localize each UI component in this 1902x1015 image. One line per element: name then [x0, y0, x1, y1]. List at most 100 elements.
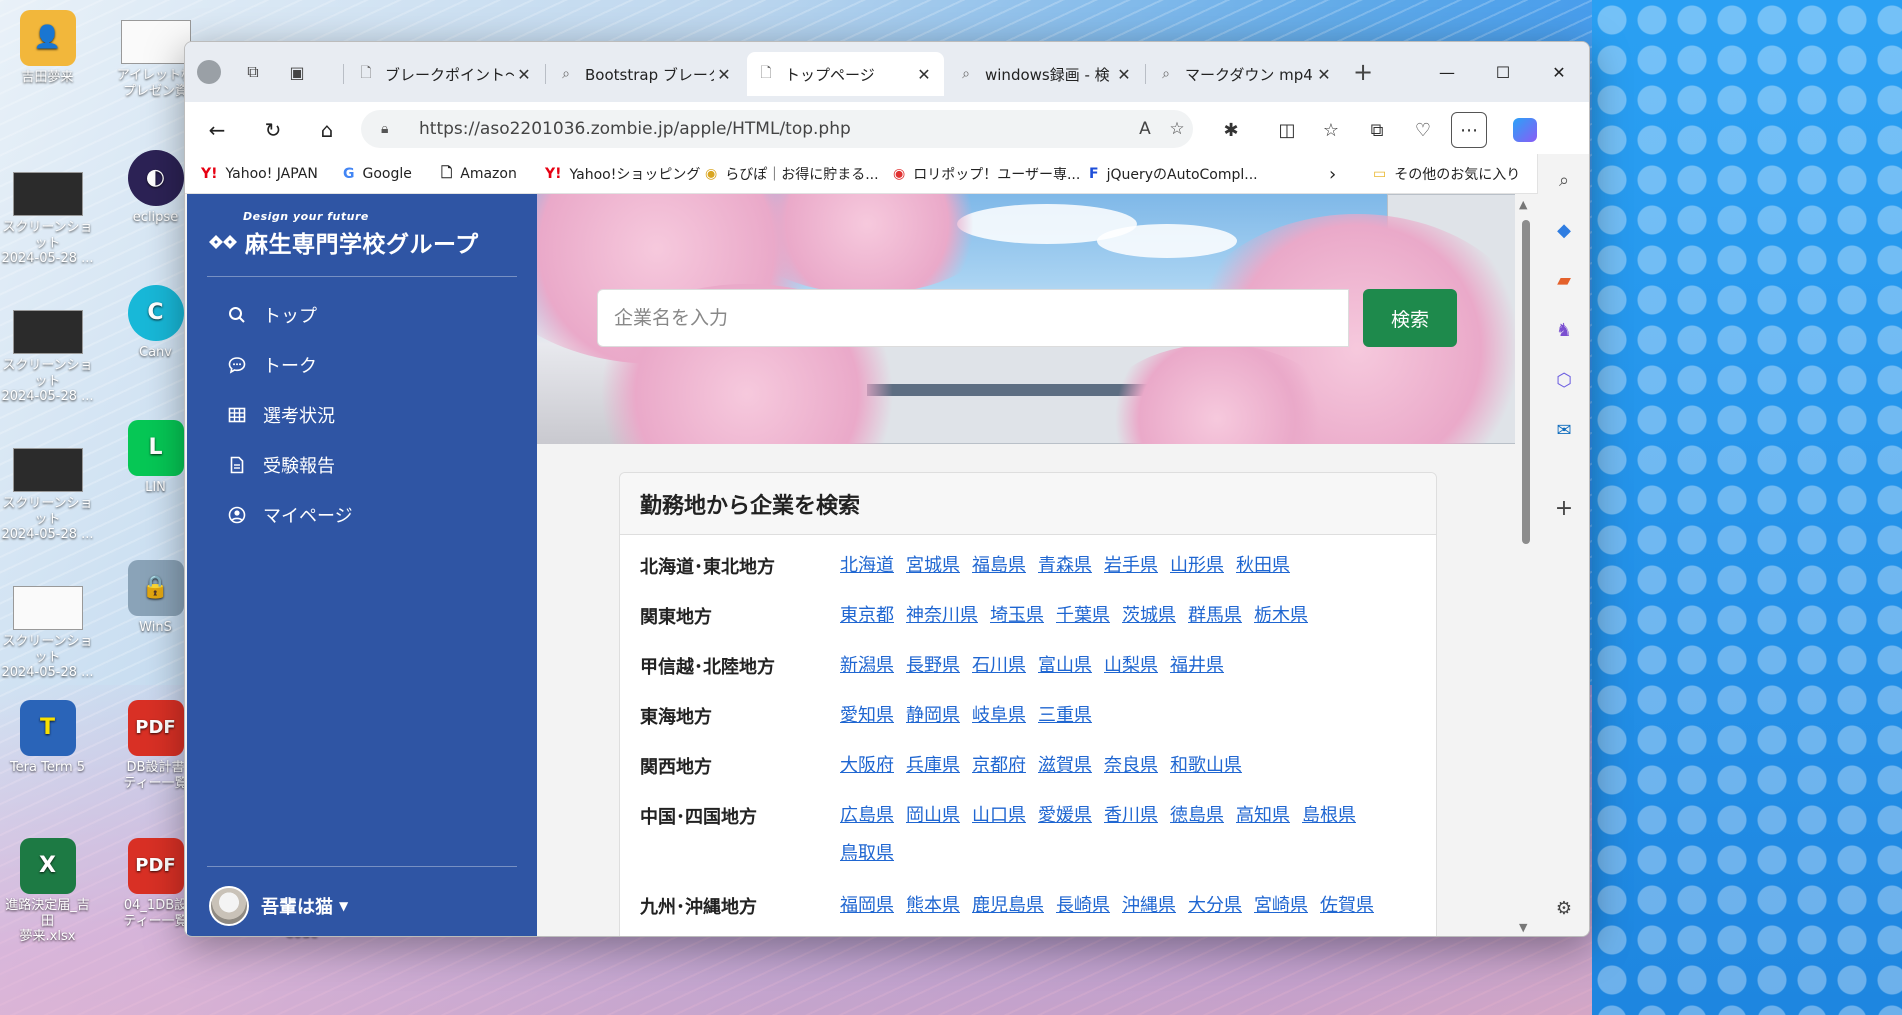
read-aloud-icon[interactable]: A — [1129, 119, 1161, 139]
favorite-yahoo-shopping[interactable]: Y! Yahoo!ショッピング — [545, 162, 700, 186]
prefecture-link[interactable]: 富山県 — [1038, 651, 1092, 679]
collections-toolbar-button[interactable]: ⧉ — [1359, 112, 1395, 148]
reload-button[interactable]: ↻ — [255, 112, 291, 148]
close-icon[interactable]: ✕ — [914, 65, 934, 84]
sidebar-settings-button[interactable]: ⚙ — [1550, 894, 1578, 922]
sidebar-tools-button[interactable]: ▰ — [1550, 266, 1578, 294]
prefecture-link[interactable]: 埼玉県 — [990, 601, 1044, 629]
favorite-amazon[interactable]: 🗋 Amazon — [441, 162, 517, 186]
favorites-button[interactable]: ☆ — [1313, 112, 1349, 148]
settings-more-button[interactable]: ⋯ — [1451, 112, 1487, 148]
prefecture-link[interactable]: 東京都 — [840, 601, 894, 629]
back-button[interactable]: ← — [199, 112, 235, 148]
desktop-icon-excel[interactable]: X 進路決定届_吉田 夢来.xlsx — [0, 838, 95, 945]
desktop-icon-screenshot-4[interactable]: スクリーンショット 2024-05-28 ... — [0, 586, 95, 681]
prefecture-link[interactable]: 静岡県 — [906, 701, 960, 729]
prefecture-link[interactable]: 山口県 — [972, 801, 1026, 827]
star-icon[interactable]: ☆ — [1161, 119, 1193, 139]
user-menu-toggle[interactable]: 吾輩は猫 ▼ — [209, 886, 348, 926]
menu-item-selection-status[interactable]: 選考状況 — [225, 400, 335, 430]
close-icon[interactable]: ✕ — [1314, 65, 1334, 84]
prefecture-link[interactable]: 鳥取県 — [840, 839, 894, 865]
prefecture-link[interactable]: 福島県 — [972, 551, 1026, 579]
prefecture-link[interactable]: 栃木県 — [1254, 601, 1308, 629]
page-scrollbar[interactable]: ▲ ▼ — [1515, 194, 1537, 936]
prefecture-link[interactable]: 大阪府 — [840, 751, 894, 779]
prefecture-link[interactable]: 岩手県 — [1104, 551, 1158, 579]
collections-button[interactable]: ⧉ — [237, 56, 269, 88]
prefecture-link[interactable]: 大分県 — [1188, 891, 1242, 919]
new-tab-button[interactable]: + — [1347, 56, 1379, 88]
favorite-yahoo-japan[interactable]: Y! Yahoo! JAPAN — [201, 162, 318, 186]
prefecture-link[interactable]: 長野県 — [906, 651, 960, 679]
tab-windows-recording[interactable]: ⌕ windows録画 - 検 ✕ — [947, 52, 1144, 96]
prefecture-link[interactable]: 広島県 — [840, 801, 894, 827]
prefecture-link[interactable]: 三重県 — [1038, 701, 1092, 729]
desktop-icon-user-folder[interactable]: 👤 吉田夢来 — [0, 10, 95, 86]
sidebar-m365-button[interactable]: ⬡ — [1550, 366, 1578, 394]
menu-item-top[interactable]: トップ — [225, 300, 317, 330]
prefecture-link[interactable]: 千葉県 — [1056, 601, 1110, 629]
menu-item-exam-report[interactable]: 受験報告 — [225, 450, 335, 480]
sidebar-search-button[interactable]: ⌕ — [1550, 166, 1578, 194]
sidebar-add-button[interactable]: + — [1550, 494, 1578, 522]
prefecture-link[interactable]: 青森県 — [1038, 551, 1092, 579]
prefecture-link[interactable]: 滋賀県 — [1038, 751, 1092, 779]
prefecture-link[interactable]: 神奈川県 — [906, 601, 978, 629]
profile-avatar-button[interactable] — [193, 56, 225, 88]
prefecture-link[interactable]: 高知県 — [1236, 801, 1290, 827]
school-logo[interactable]: Design your future 麻生専門学校グループ — [207, 210, 507, 260]
split-screen-button[interactable]: ◫ — [1269, 112, 1305, 148]
prefecture-link[interactable]: 新潟県 — [840, 651, 894, 679]
prefecture-link[interactable]: 沖縄県 — [1122, 891, 1176, 919]
prefecture-link[interactable]: 愛媛県 — [1038, 801, 1092, 827]
address-bar[interactable]: 🔒︎ https://aso2201036.zombie.jp/apple/HT… — [361, 110, 1193, 148]
prefecture-link[interactable]: 佐賀県 — [1320, 891, 1374, 919]
prefecture-link[interactable]: 宮城県 — [906, 551, 960, 579]
prefecture-link[interactable]: 香川県 — [1104, 801, 1158, 827]
home-button[interactable]: ⌂ — [309, 112, 345, 148]
scrollbar-thumb[interactable] — [1522, 220, 1530, 544]
prefecture-link[interactable]: 石川県 — [972, 651, 1026, 679]
prefecture-link[interactable]: 北海道 — [840, 551, 894, 579]
prefecture-link[interactable]: 徳島県 — [1170, 801, 1224, 827]
close-window-button[interactable]: ✕ — [1531, 52, 1587, 92]
scroll-down-icon[interactable]: ▼ — [1519, 921, 1527, 934]
menu-item-mypage[interactable]: マイページ — [225, 500, 353, 530]
close-icon[interactable]: ✕ — [514, 65, 534, 84]
tab-top-page[interactable]: 🗋 トップページ ✕ — [747, 52, 944, 96]
tab-bootstrap[interactable]: ⌕ Bootstrap ブレーク ✕ — [547, 52, 744, 96]
menu-item-talk[interactable]: トーク — [225, 350, 317, 380]
prefecture-link[interactable]: 茨城県 — [1122, 601, 1176, 629]
prefecture-link[interactable]: 兵庫県 — [906, 751, 960, 779]
prefecture-link[interactable]: 福岡県 — [840, 891, 894, 919]
close-icon[interactable]: ✕ — [1114, 65, 1134, 84]
sidebar-shopping-button[interactable]: ◆ — [1550, 216, 1578, 244]
close-icon[interactable]: ✕ — [714, 65, 734, 84]
minimize-button[interactable]: — — [1419, 52, 1475, 92]
prefecture-link[interactable]: 和歌山県 — [1170, 751, 1242, 779]
prefecture-link[interactable]: 島根県 — [1302, 801, 1356, 827]
favorite-rabipo[interactable]: ◉ らびぽ｜お得に貯まる... — [705, 162, 879, 186]
favorite-google[interactable]: G Google — [343, 162, 412, 186]
sidebar-games-button[interactable]: ♞ — [1550, 316, 1578, 344]
sidebar-outlook-button[interactable]: ✉ — [1550, 416, 1578, 444]
favorite-lolipop[interactable]: ◉ ロリポップ！ユーザー専... — [893, 162, 1080, 186]
prefecture-link[interactable]: 長崎県 — [1056, 891, 1110, 919]
tab-markdown-mp4[interactable]: ⌕ マークダウン mp4 - ✕ — [1147, 52, 1344, 96]
extensions-button[interactable]: ✱ — [1213, 112, 1249, 148]
prefecture-link[interactable]: 秋田県 — [1236, 551, 1290, 579]
other-favorites-folder[interactable]: ▭ その他のお気に入り — [1373, 162, 1520, 186]
search-button[interactable]: 検索 — [1363, 289, 1457, 347]
vertical-tabs-button[interactable]: ▣ — [281, 56, 313, 88]
prefecture-link[interactable]: 熊本県 — [906, 891, 960, 919]
favorite-jquery-autocomplete[interactable]: F jQueryのAutoCompl... — [1089, 162, 1258, 186]
prefecture-link[interactable]: 愛知県 — [840, 701, 894, 729]
copilot-button[interactable] — [1507, 112, 1543, 148]
browser-essentials-button[interactable]: ♡ — [1405, 112, 1441, 148]
prefecture-link[interactable]: 岡山県 — [906, 801, 960, 827]
scroll-up-icon[interactable]: ▲ — [1519, 198, 1527, 211]
desktop-icon-screenshot-1[interactable]: スクリーンショット 2024-05-28 ... — [0, 172, 95, 267]
prefecture-link[interactable]: 京都府 — [972, 751, 1026, 779]
desktop-icon-screenshot-2[interactable]: スクリーンショット 2024-05-28 ... — [0, 310, 95, 405]
